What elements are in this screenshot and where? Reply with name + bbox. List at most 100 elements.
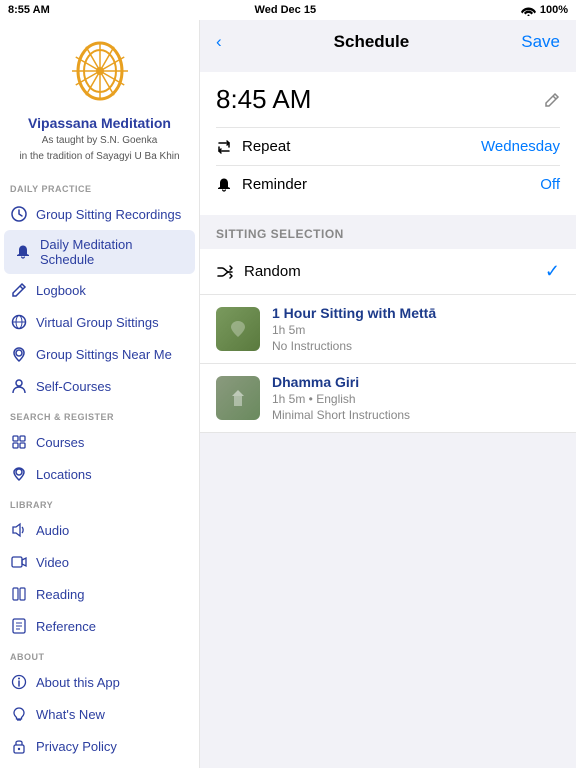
repeat-row[interactable]: Repeat Wednesday — [216, 127, 560, 165]
info-icon — [10, 673, 28, 691]
sidebar-label-self-courses: Self-Courses — [36, 379, 111, 394]
grid-icon — [10, 433, 28, 451]
lock-icon — [10, 737, 28, 755]
sitting-meta2-dhamma-giri: Minimal Short Instructions — [272, 408, 560, 422]
sidebar-item-virtual-sittings[interactable]: Virtual Group Sittings — [0, 306, 199, 338]
app-container: Vipassana Meditation As taught by S.N. G… — [0, 20, 576, 768]
sitting-title-metta: 1 Hour Sitting with Mettā — [272, 305, 560, 321]
section-label-search: SEARCH & REGISTER — [0, 402, 199, 426]
sidebar-label-group-near: Group Sittings Near Me — [36, 347, 172, 362]
sitting-info-dhamma-giri: Dhamma Giri 1h 5m • English Minimal Shor… — [272, 374, 560, 422]
sitting-item-metta[interactable]: 1 Hour Sitting with Mettā 1h 5m No Instr… — [200, 295, 576, 364]
dharma-wheel-logo — [70, 36, 130, 106]
status-bar: 8:55 AM Wed Dec 15 100% — [0, 0, 576, 20]
app-subtitle2: in the tradition of Sayagyi U Ba Khin — [10, 150, 189, 164]
sidebar-item-locations[interactable]: Locations — [0, 458, 199, 490]
sidebar-item-contact[interactable]: Contact Us — [0, 762, 199, 768]
sitting-title-dhamma-giri: Dhamma Giri — [272, 374, 560, 390]
reminder-row[interactable]: Reminder Off — [216, 165, 560, 203]
sidebar-item-self-courses[interactable]: Self-Courses — [0, 370, 199, 402]
sitting-info-metta: 1 Hour Sitting with Mettā 1h 5m No Instr… — [272, 305, 560, 353]
random-label: Random — [244, 263, 301, 280]
sitting-meta2-metta: No Instructions — [272, 339, 560, 353]
main-content: ‹ Schedule Save 8:45 AM — [200, 20, 576, 768]
bulb-icon — [10, 705, 28, 723]
location-icon — [10, 345, 28, 363]
sitting-list: 1 Hour Sitting with Mettā 1h 5m No Instr… — [200, 295, 576, 433]
sidebar-label-logbook: Logbook — [36, 283, 86, 298]
sidebar-label-reading: Reading — [36, 587, 84, 602]
sidebar-label-video: Video — [36, 555, 69, 570]
sitting-thumb-dhamma-giri — [216, 376, 260, 420]
reminder-value: Off — [540, 176, 560, 193]
repeat-left: Repeat — [216, 138, 290, 155]
globe-icon — [10, 313, 28, 331]
sidebar-item-reference[interactable]: Reference — [0, 610, 199, 642]
status-time: 8:55 AM — [8, 4, 50, 16]
sidebar-label-whats-new: What's New — [36, 707, 105, 722]
random-left: Random — [216, 263, 301, 281]
app-subtitle1: As taught by S.N. Goenka — [10, 134, 189, 148]
schedule-card: 8:45 AM Repeat Wednesday — [200, 72, 576, 215]
pin-icon — [10, 465, 28, 483]
wifi-icon — [521, 5, 536, 16]
random-checkmark: ✓ — [545, 261, 560, 282]
person-icon — [10, 377, 28, 395]
sidebar-item-logbook[interactable]: Logbook — [0, 274, 199, 306]
time-edit-icon[interactable] — [544, 92, 560, 108]
sidebar-label-reference: Reference — [36, 619, 96, 634]
sidebar-label-locations: Locations — [36, 467, 92, 482]
repeat-icon — [216, 139, 232, 155]
sidebar-item-group-near[interactable]: Group Sittings Near Me — [0, 338, 199, 370]
time-display[interactable]: 8:45 AM — [216, 84, 311, 115]
sidebar-item-video[interactable]: Video — [0, 546, 199, 578]
reminder-left: Reminder — [216, 176, 307, 193]
doc-icon — [10, 617, 28, 635]
sidebar: Vipassana Meditation As taught by S.N. G… — [0, 20, 200, 768]
sidebar-item-privacy[interactable]: Privacy Policy — [0, 730, 199, 762]
repeat-label: Repeat — [242, 138, 290, 155]
sidebar-label-privacy: Privacy Policy — [36, 739, 117, 754]
sidebar-item-courses[interactable]: Courses — [0, 426, 199, 458]
video-icon — [10, 553, 28, 571]
section-label-library: LIBRARY — [0, 490, 199, 514]
sitting-selection-label: SITTING SELECTION — [200, 215, 576, 249]
shuffle-icon — [216, 263, 234, 281]
nav-bar: ‹ Schedule Save — [200, 20, 576, 64]
sidebar-item-group-sitting[interactable]: Group Sitting Recordings — [0, 198, 199, 230]
sidebar-item-reading[interactable]: Reading — [0, 578, 199, 610]
time-row: 8:45 AM — [216, 84, 560, 115]
sidebar-item-audio[interactable]: Audio — [0, 514, 199, 546]
sitting-meta1-dhamma-giri: 1h 5m • English — [272, 392, 560, 406]
schedule-content: 8:45 AM Repeat Wednesday — [200, 64, 576, 768]
save-button[interactable]: Save — [521, 32, 560, 52]
status-right: 100% — [521, 4, 568, 16]
app-title: Vipassana Meditation — [10, 114, 189, 132]
pencil-icon — [10, 281, 28, 299]
sitting-item-dhamma-giri[interactable]: Dhamma Giri 1h 5m • English Minimal Shor… — [200, 364, 576, 433]
sidebar-label-audio: Audio — [36, 523, 69, 538]
back-button[interactable]: ‹ — [216, 32, 222, 52]
section-label-about: ABOUT — [0, 642, 199, 666]
sidebar-item-about-app[interactable]: About this App — [0, 666, 199, 698]
speaker-icon — [10, 521, 28, 539]
sidebar-item-whats-new[interactable]: What's New — [0, 698, 199, 730]
reading-icon — [10, 585, 28, 603]
reminder-icon — [216, 177, 232, 193]
sidebar-label-courses: Courses — [36, 435, 84, 450]
sitting-meta1-metta: 1h 5m — [272, 323, 560, 337]
reminder-label: Reminder — [242, 176, 307, 193]
status-date: Wed Dec 15 — [255, 4, 317, 16]
sidebar-item-daily-meditation[interactable]: Daily Meditation Schedule — [4, 230, 195, 274]
nav-title: Schedule — [334, 32, 410, 52]
random-row[interactable]: Random ✓ — [200, 249, 576, 295]
bell-icon — [14, 243, 32, 261]
section-label-daily: DAILY PRACTICE — [0, 174, 199, 198]
repeat-value: Wednesday — [481, 138, 560, 155]
sidebar-label-daily-meditation: Daily Meditation Schedule — [40, 237, 185, 267]
battery-text: 100% — [540, 4, 568, 16]
sitting-thumb-metta — [216, 307, 260, 351]
sidebar-header: Vipassana Meditation As taught by S.N. G… — [0, 20, 199, 174]
clock-icon — [10, 205, 28, 223]
sidebar-label-about-app: About this App — [36, 675, 120, 690]
